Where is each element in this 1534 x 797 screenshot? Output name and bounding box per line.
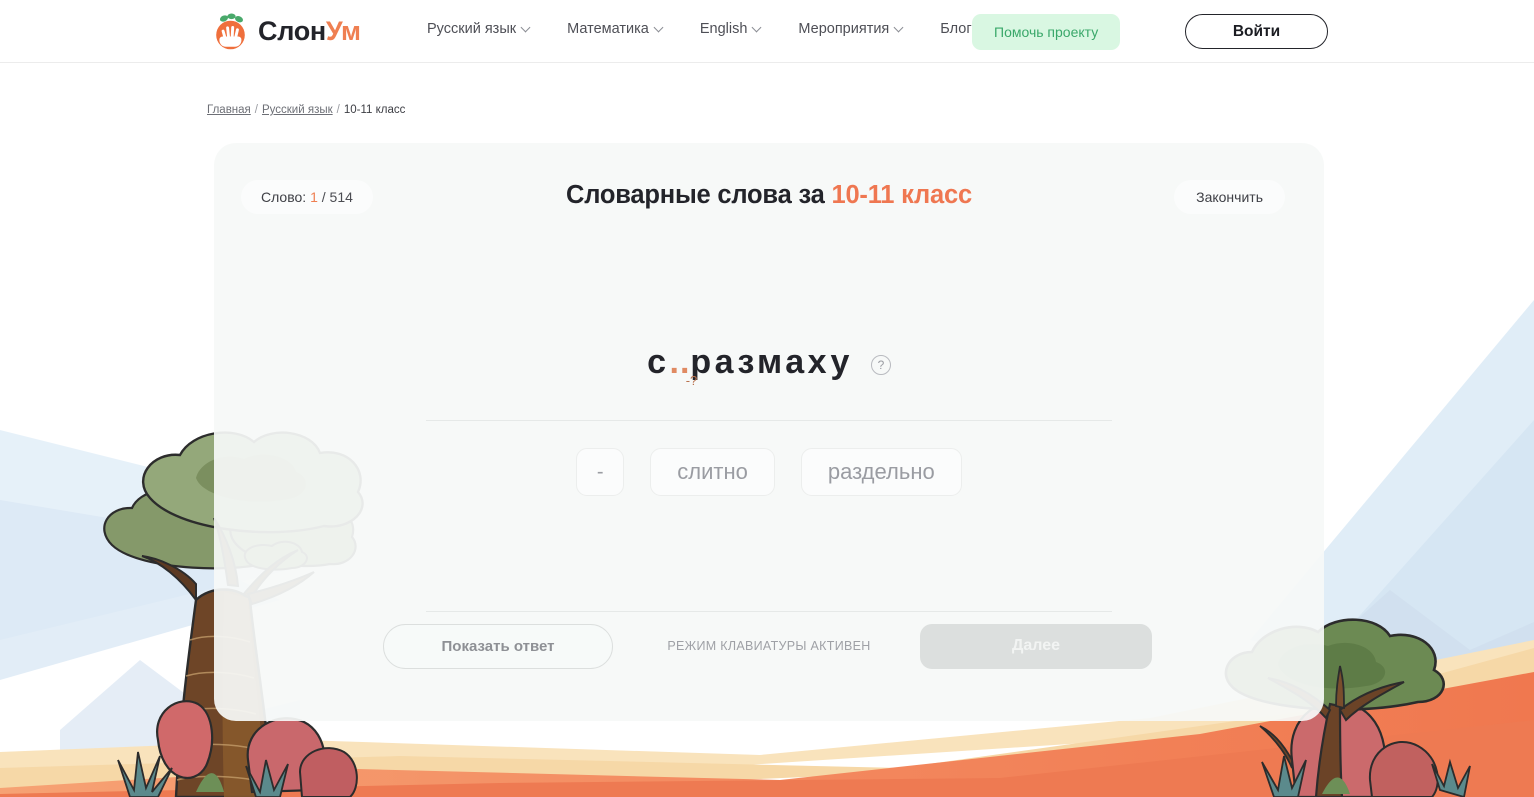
nav-label: Мероприятия (798, 21, 890, 37)
login-button[interactable]: Войти (1185, 14, 1328, 49)
elephant-palm-logo-icon (211, 12, 250, 51)
page-root: СлонУм Русский язык Математика English М… (0, 0, 1534, 797)
question-circle-icon[interactable]: ? (870, 355, 891, 375)
site-header: СлонУм Русский язык Математика English М… (0, 0, 1534, 63)
chevron-down-icon (895, 23, 904, 32)
page-title: Словарные слова за 10-11 класс (214, 181, 1324, 210)
logo[interactable]: СлонУм (211, 12, 361, 51)
divider-bottom (426, 611, 1112, 612)
nav-label: Блог (940, 21, 972, 37)
breadcrumb-subject[interactable]: Русский язык (262, 104, 333, 116)
exercise-card: Слово: 1 / 514 Словарные слова за 10-11 … (214, 143, 1324, 721)
task-word-gap[interactable]: .. -? (670, 343, 698, 388)
task-word-prefix: с (647, 343, 670, 381)
chevron-down-icon (753, 23, 762, 32)
nav-item-english[interactable]: English (700, 21, 763, 37)
help-project-button[interactable]: Помочь проекту (972, 14, 1121, 50)
page-title-grade: 10-11 класс (831, 181, 972, 209)
breadcrumb: Главная / Русский язык / 10-11 класс (207, 104, 405, 116)
chevron-down-icon (655, 23, 664, 32)
nav-item-math[interactable]: Математика (567, 21, 664, 37)
task-word-suffix: размаху (690, 343, 853, 381)
nav-item-russian[interactable]: Русский язык (427, 21, 531, 37)
nav-item-blog[interactable]: Блог (940, 21, 971, 37)
option-dash[interactable]: - (576, 448, 625, 496)
nav-label: Математика (567, 21, 649, 37)
page-title-main: Словарные слова за (566, 181, 825, 209)
option-separate[interactable]: раздельно (800, 448, 962, 496)
task-word: с.. -? размаху (647, 343, 853, 388)
next-button[interactable]: Далее (920, 623, 1152, 669)
nav-label: English (699, 21, 748, 37)
main-navigation: Русский язык Математика English Мероприя… (427, 21, 972, 37)
nav-label: Русский язык (427, 21, 517, 37)
breadcrumb-separator: / (254, 104, 258, 116)
logo-text-main: Слон (258, 16, 326, 46)
task-word-gap-hint: -? (685, 373, 698, 388)
breadcrumb-home[interactable]: Главная (207, 104, 251, 116)
option-together[interactable]: слитно (650, 448, 775, 496)
logo-text-accent: Ум (325, 16, 361, 46)
answer-options: - слитно раздельно (214, 448, 1324, 496)
finish-button[interactable]: Закончить (1174, 180, 1285, 214)
breadcrumb-current: 10-11 класс (343, 104, 406, 116)
breadcrumb-separator: / (336, 104, 340, 116)
chevron-down-icon (522, 23, 531, 32)
nav-item-events[interactable]: Мероприятия (798, 21, 904, 37)
divider-top (426, 420, 1112, 421)
task-word-row: с.. -? размаху ? (214, 343, 1324, 388)
logo-text: СлонУм (258, 18, 361, 45)
keyboard-mode-status: РЕЖИМ КЛАВИАТУРЫ АКТИВЕН (667, 639, 871, 653)
